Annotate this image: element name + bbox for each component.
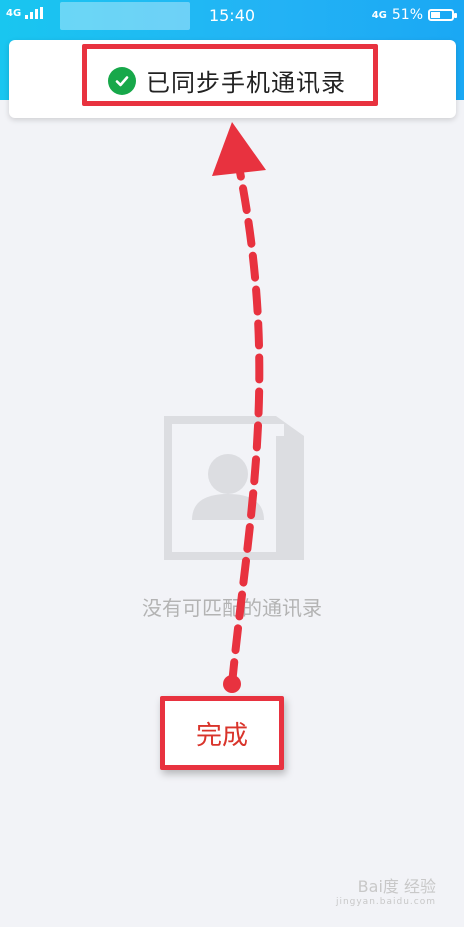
status-right: 4G 51% — [371, 7, 457, 23]
battery-icon — [428, 9, 457, 21]
watermark-url: jingyan.baidu.com — [335, 897, 436, 907]
status-bar: 4G 15:40 4G 51% — [0, 0, 464, 32]
done-callout: 完成 — [160, 696, 284, 770]
baidu-jingyan-watermark: Bai度 经验 jingyan.baidu.com — [336, 873, 436, 907]
contact-card-icon — [164, 416, 304, 560]
right-network-type: 4G — [371, 9, 387, 21]
empty-state-text: 没有可匹配的通讯录 — [142, 596, 322, 620]
done-label: 完成 — [195, 720, 248, 751]
battery-percent: 51% — [391, 7, 423, 23]
watermark-logo: Bai度 经验 — [357, 877, 436, 896]
toast-highlight-frame — [82, 44, 378, 106]
